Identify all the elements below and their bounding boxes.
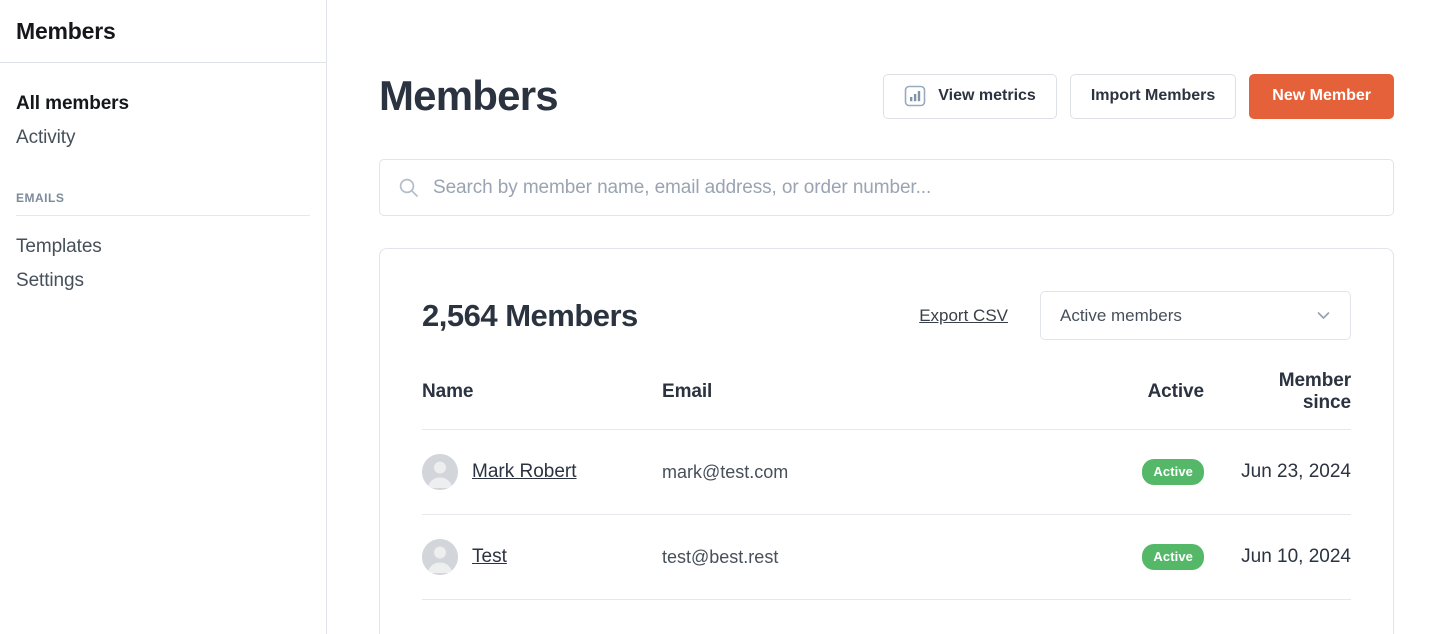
member-identity: Mark Robert	[422, 454, 662, 490]
cell-name: Mark Robert	[422, 429, 662, 515]
import-members-button[interactable]: Import Members	[1069, 73, 1237, 119]
sidebar-item-label: Settings	[16, 270, 84, 291]
members-card-header: 2,564 Members Export CSV Active members	[422, 249, 1351, 340]
cell-email: mark@test.com	[662, 429, 1057, 515]
import-members-label: Import Members	[1090, 87, 1216, 104]
sidebar-item-templates[interactable]: Templates	[0, 230, 326, 264]
export-csv-link[interactable]: Export CSV	[919, 306, 1008, 326]
members-count: 2,564 Members	[422, 297, 638, 333]
members-page: Members All members Activity EMAILS Temp…	[0, 0, 1440, 634]
table-row[interactable]: Test test@best.rest Active Jun 10, 2024	[422, 514, 1351, 600]
search-input[interactable]: Search by member name, email address, or…	[379, 159, 1394, 216]
main-content: Members View metrics Import Members New …	[327, 0, 1440, 634]
members-filter-value: Active members	[1060, 305, 1182, 325]
search-placeholder: Search by member name, email address, or…	[433, 176, 932, 198]
avatar	[422, 454, 458, 490]
column-header-member-since: Member since	[1232, 370, 1351, 430]
table-row[interactable]: Mark Robert mark@test.com Active Jun 23,…	[422, 429, 1351, 515]
sidebar-item-all-members[interactable]: All members	[0, 87, 326, 121]
member-name-link[interactable]: Mark Robert	[472, 461, 577, 483]
member-identity: Test	[422, 539, 662, 575]
sidebar-item-label: Templates	[16, 236, 102, 257]
view-metrics-label: View metrics	[938, 87, 1036, 104]
status-badge: Active	[1142, 459, 1204, 485]
sidebar-item-settings[interactable]: Settings	[0, 264, 326, 298]
new-member-button[interactable]: New Member	[1249, 73, 1394, 119]
bar-chart-icon	[904, 85, 926, 107]
cell-status: Active	[1057, 429, 1232, 515]
page-title: Members	[379, 72, 559, 119]
view-metrics-button[interactable]: View metrics	[883, 73, 1057, 119]
sidebar-item-label: All members	[16, 93, 129, 114]
column-header-name: Name	[422, 370, 662, 430]
sidebar-nav: All members Activity EMAILS Templates Se…	[0, 63, 326, 298]
cell-member-since: Jun 10, 2024	[1232, 514, 1351, 600]
search-icon	[398, 177, 419, 198]
members-card-controls: Export CSV Active members	[919, 291, 1351, 340]
members-table-head: Name Email Active Member since	[422, 370, 1351, 430]
members-table-body: Mark Robert mark@test.com Active Jun 23,…	[422, 429, 1351, 600]
cell-name: Test	[422, 514, 662, 600]
chevron-down-icon	[1314, 306, 1333, 325]
cell-email: test@best.rest	[662, 514, 1057, 600]
member-name-link[interactable]: Test	[472, 546, 507, 568]
members-filter-select[interactable]: Active members	[1040, 291, 1351, 340]
sidebar: Members All members Activity EMAILS Temp…	[0, 0, 327, 634]
column-header-email: Email	[662, 370, 1057, 430]
header-actions: View metrics Import Members New Member	[883, 73, 1394, 119]
sidebar-title: Members	[16, 17, 116, 44]
new-member-label: New Member	[1272, 87, 1371, 104]
sidebar-header: Members	[0, 0, 326, 63]
avatar	[422, 539, 458, 575]
members-card: 2,564 Members Export CSV Active members	[379, 248, 1394, 634]
sidebar-section-emails: EMAILS	[0, 191, 326, 216]
cell-member-since: Jun 23, 2024	[1232, 429, 1351, 515]
sidebar-section-label: EMAILS	[16, 191, 65, 205]
table-header-row: Name Email Active Member since	[422, 370, 1351, 430]
sidebar-section-items: Templates Settings	[0, 216, 326, 298]
status-badge: Active	[1142, 544, 1204, 570]
sidebar-item-label: Activity	[16, 127, 76, 148]
page-header: Members View metrics Import Members New …	[379, 0, 1394, 120]
cell-status: Active	[1057, 514, 1232, 600]
sidebar-item-activity[interactable]: Activity	[0, 121, 326, 155]
column-header-active: Active	[1057, 370, 1232, 430]
members-table: Name Email Active Member since Mark Robe…	[422, 370, 1351, 600]
